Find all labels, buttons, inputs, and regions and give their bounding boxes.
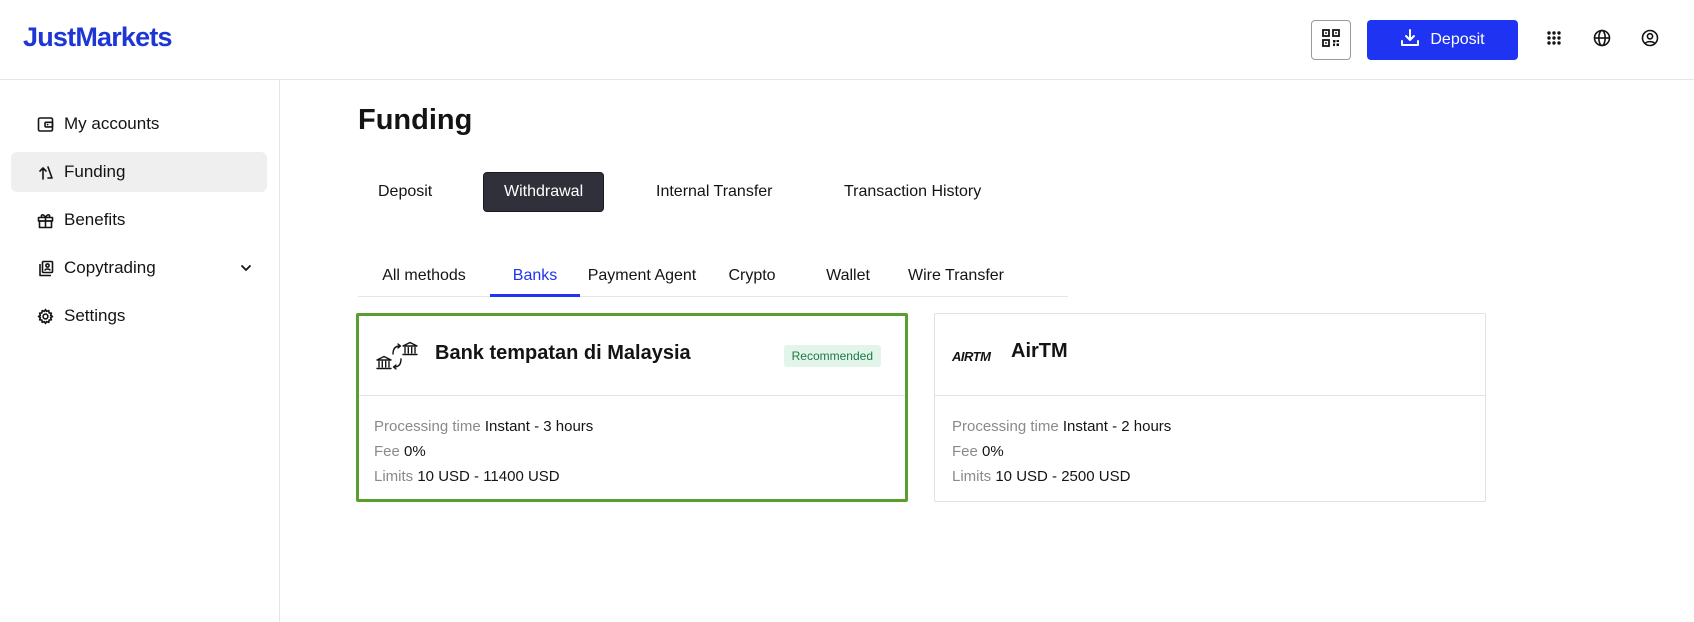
tab-internal-transfer[interactable]: Internal Transfer xyxy=(636,172,793,212)
sidebar-item-my-accounts[interactable]: My accounts xyxy=(11,104,267,144)
method-card-title: AirTM xyxy=(1011,340,1068,362)
top-header: JustMarkets Deposit xyxy=(0,0,1694,80)
chevron-down-icon[interactable] xyxy=(239,260,253,280)
gear-icon xyxy=(36,307,54,325)
limits-row: Limits 10 USD - 2500 USD xyxy=(952,464,1171,489)
subtab-banks[interactable]: Banks xyxy=(490,256,580,297)
page-title: Funding xyxy=(358,104,473,136)
tab-withdrawal[interactable]: Withdrawal xyxy=(483,172,605,212)
method-filter-tabs: All methods Banks Payment Agent Crypto W… xyxy=(358,256,1068,297)
header-deposit-label: Deposit xyxy=(1430,31,1485,48)
tab-deposit[interactable]: Deposit xyxy=(358,172,452,212)
processing-time-value: Instant - 3 hours xyxy=(484,418,594,435)
limits-row: Limits 10 USD - 11400 USD xyxy=(374,464,593,489)
subtab-wallet[interactable]: Wallet xyxy=(800,256,896,297)
sidebar-item-settings[interactable]: Settings xyxy=(11,296,267,336)
method-card-local-bank[interactable]: Bank tempatan di Malaysia Recommended Pr… xyxy=(356,313,908,502)
fee-label: Fee xyxy=(952,443,978,460)
qr-code-icon xyxy=(1322,28,1340,52)
fee-value: 0% xyxy=(982,443,1004,460)
download-icon xyxy=(1400,28,1420,53)
subtab-all-methods[interactable]: All methods xyxy=(358,256,490,297)
method-card-title: Bank tempatan di Malaysia xyxy=(435,342,691,364)
fee-row: Fee 0% xyxy=(374,439,593,464)
wallet-icon xyxy=(36,115,54,133)
subtab-payment-agent[interactable]: Payment Agent xyxy=(580,256,704,297)
fee-row: Fee 0% xyxy=(952,439,1171,464)
limits-value: 10 USD - 11400 USD xyxy=(417,468,560,485)
fee-label: Fee xyxy=(374,443,400,460)
sidebar-item-label: Funding xyxy=(64,162,126,181)
qr-code-button[interactable] xyxy=(1311,20,1351,60)
sidebar-item-label: Settings xyxy=(64,306,126,325)
processing-time-row: Processing time Instant - 3 hours xyxy=(374,414,593,439)
airtm-logo: AIRTM xyxy=(952,348,991,364)
globe-icon xyxy=(1593,29,1611,52)
processing-time-label: Processing time xyxy=(374,418,481,435)
sidebar-item-funding[interactable]: Funding xyxy=(11,152,267,192)
profile-button[interactable] xyxy=(1638,28,1662,52)
processing-time-row: Processing time Instant - 2 hours xyxy=(952,414,1171,439)
sidebar-item-copytrading[interactable]: Copytrading xyxy=(11,248,267,288)
bank-transfer-icon xyxy=(375,341,421,371)
processing-time-value: Instant - 2 hours xyxy=(1062,418,1172,435)
transfer-arrows-icon xyxy=(36,163,54,181)
method-card-details: Processing time Instant - 2 hours Fee 0%… xyxy=(952,414,1171,489)
sidebar-item-benefits[interactable]: Benefits xyxy=(11,200,267,240)
header-deposit-button[interactable]: Deposit xyxy=(1367,20,1518,60)
tab-transaction-history[interactable]: Transaction History xyxy=(824,172,1001,212)
limits-label: Limits xyxy=(374,468,414,485)
language-button[interactable] xyxy=(1590,28,1614,52)
method-card-details: Processing time Instant - 3 hours Fee 0%… xyxy=(374,414,593,489)
subtab-wire-transfer[interactable]: Wire Transfer xyxy=(896,256,1016,297)
user-circle-icon xyxy=(1641,29,1659,52)
sidebar: My accounts Funding Benefits Copytrading… xyxy=(0,80,280,622)
sidebar-item-label: Benefits xyxy=(64,210,126,229)
apps-grid-button[interactable] xyxy=(1542,28,1566,52)
method-card-airtm[interactable]: AIRTM AirTM Processing time Instant - 2 … xyxy=(934,313,1486,502)
sidebar-item-label: Copytrading xyxy=(64,258,156,277)
copytrading-icon xyxy=(36,259,54,277)
sidebar-item-label: My accounts xyxy=(64,114,160,133)
recommended-badge: Recommended xyxy=(783,345,881,367)
fee-value: 0% xyxy=(404,443,426,460)
method-card-header: AIRTM AirTM xyxy=(935,314,1485,396)
limits-label: Limits xyxy=(952,468,992,485)
limits-value: 10 USD - 2500 USD xyxy=(995,468,1131,485)
subtab-crypto[interactable]: Crypto xyxy=(704,256,800,297)
gift-icon xyxy=(36,211,54,229)
processing-time-label: Processing time xyxy=(952,418,1059,435)
justmarkets-logo[interactable]: JustMarkets xyxy=(23,22,173,53)
apps-grid-icon xyxy=(1546,30,1562,51)
method-card-header: Bank tempatan di Malaysia Recommended xyxy=(359,316,905,396)
